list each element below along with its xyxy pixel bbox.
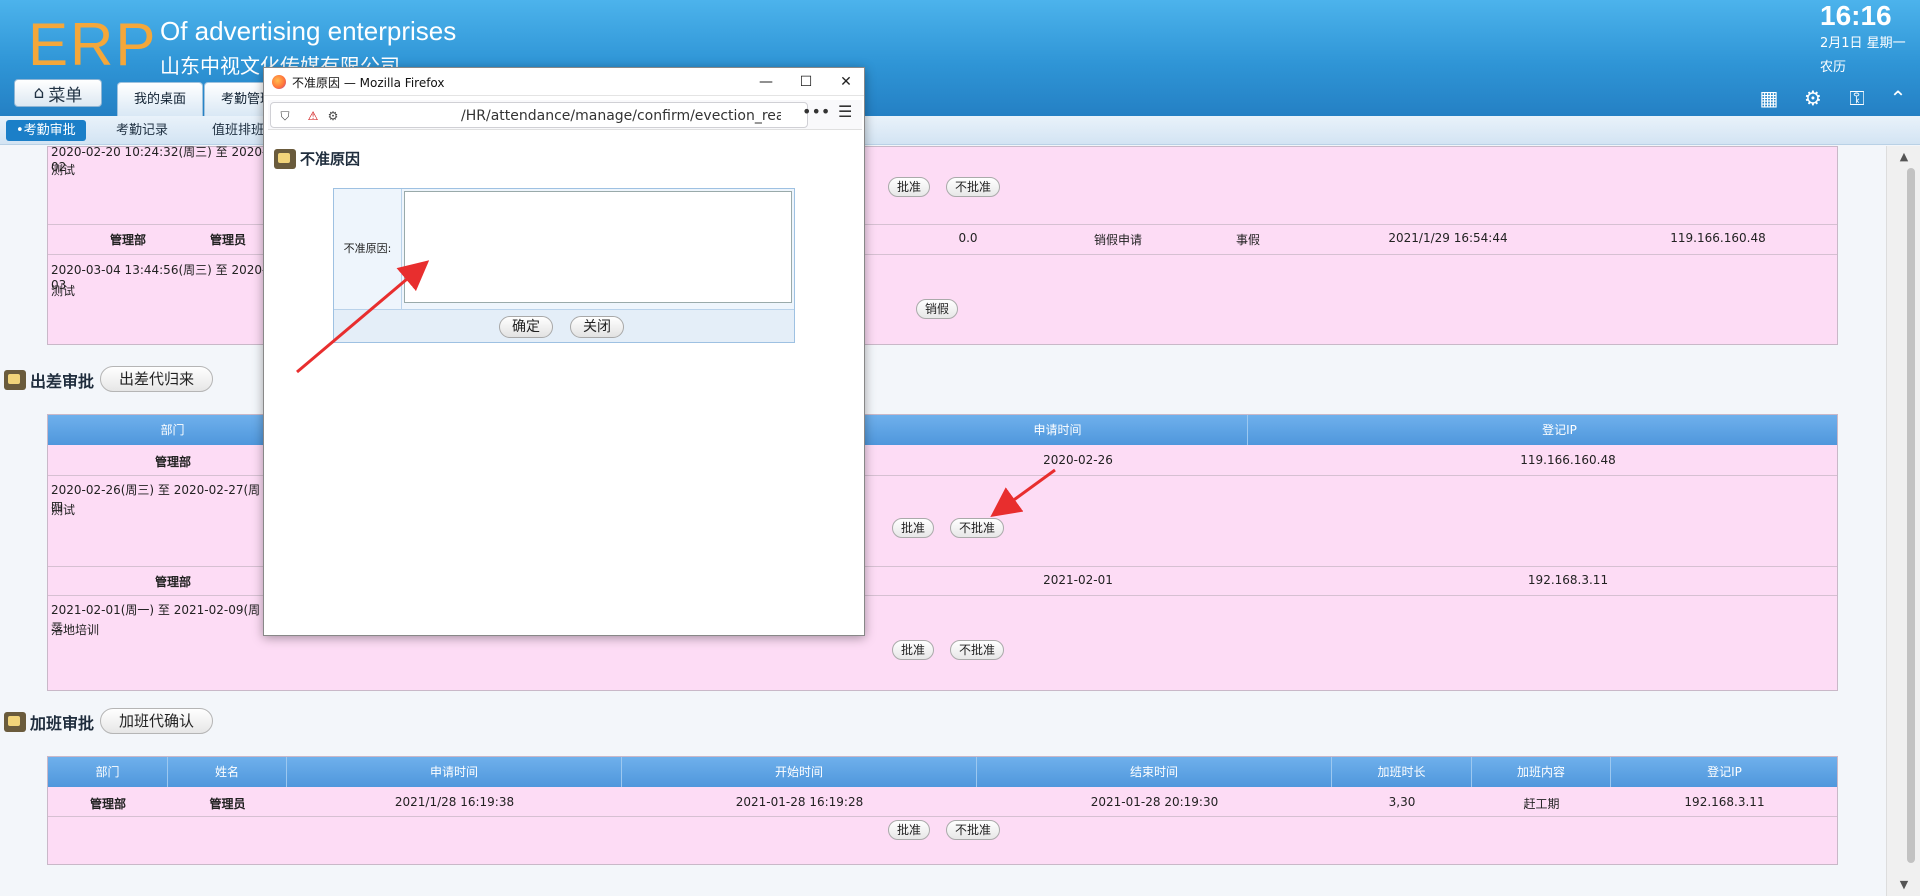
reason-textarea[interactable] <box>404 191 792 303</box>
ot-name: 管理员 <box>209 797 246 811</box>
ot-content: 赶工期 <box>1523 797 1560 811</box>
travel-dept-2: 管理部 <box>154 575 191 589</box>
th-ot-hours: 加班时长 <box>1332 757 1472 787</box>
ok-button[interactable]: 确定 <box>499 316 553 338</box>
scroll-up-icon[interactable]: ▲ <box>1897 150 1911 164</box>
menu-label: 菜单 <box>48 85 83 106</box>
overtime-approval-panel: 部门 姓名 申请时间 开始时间 结束时间 加班时长 加班内容 登记IP 管理部 … <box>47 756 1838 865</box>
leave-note: 测试 <box>51 163 76 177</box>
reject-reason-form: 不准原因: 确定 关闭 <box>333 188 795 343</box>
overtime-table-header: 部门 姓名 申请时间 开始时间 结束时间 加班时长 加班内容 登记IP <box>48 757 1837 787</box>
close-button[interactable]: 关闭 <box>570 316 624 338</box>
ot-ip: 192.168.3.11 <box>1684 795 1765 809</box>
th-apply-time: 申请时间 <box>868 415 1248 445</box>
th-ot-start: 开始时间 <box>622 757 977 787</box>
clock: 16:16 <box>1820 0 1892 31</box>
ot-apply-time: 2021/1/28 16:19:38 <box>394 795 515 809</box>
travel-reject-button-2[interactable]: 不批准 <box>950 640 1005 660</box>
travel-note-2: 落地培训 <box>51 623 100 637</box>
leave-note-2: 测试 <box>51 284 76 298</box>
leave-duration: 0.0 <box>958 231 978 245</box>
ot-dept: 管理部 <box>89 797 126 811</box>
travel-dept-1: 管理部 <box>154 455 191 469</box>
subtab-attendance-records[interactable]: 考勤记录 <box>106 120 178 141</box>
approval-icon <box>4 370 26 390</box>
travel-proxy-return-button[interactable]: 出差代归来 <box>100 366 214 392</box>
leave-dept: 管理部 <box>109 233 146 247</box>
leave-reject-button[interactable]: 不批准 <box>946 177 1001 197</box>
dialog-title: 不准原因 <box>274 148 360 169</box>
vertical-scrollbar[interactable]: ▲ ▼ <box>1886 146 1920 896</box>
hamburger-menu-icon[interactable]: ☰ <box>838 102 852 121</box>
travel-approve-button-1[interactable]: 批准 <box>892 518 935 538</box>
menu-button[interactable]: ⌂ 菜单 <box>14 79 102 107</box>
maximize-icon[interactable]: ☐ <box>786 70 826 94</box>
travel-reject-button-1[interactable]: 不批准 <box>950 518 1005 538</box>
insecure-icon[interactable]: ⚠ <box>305 108 321 124</box>
popup-title-bar: 不准原因 — Mozilla Firefox — ☐ ✕ <box>264 68 864 96</box>
th-ot-apply-time: 申请时间 <box>287 757 622 787</box>
leave-time-range: 2020-02-20 10:24:32(周三) 至 2020-02 <box>51 146 267 174</box>
lunar-calendar: 农历 <box>1820 60 1847 75</box>
date-text: 2月1日 星期一 <box>1820 36 1906 51</box>
key-icon[interactable]: ⚿ <box>1845 86 1869 110</box>
leave-kind: 事假 <box>1235 233 1260 247</box>
reason-label: 不准原因: <box>334 189 402 309</box>
leave-name: 管理员 <box>209 233 246 247</box>
ot-approve-button[interactable]: 批准 <box>888 820 931 840</box>
tab-my-desktop[interactable]: 我的桌面 <box>117 82 204 116</box>
erp-logo: ERP <box>28 11 158 78</box>
scroll-down-icon[interactable]: ▼ <box>1897 878 1911 892</box>
th-ot-content: 加班内容 <box>1472 757 1611 787</box>
subtab-attendance-approval[interactable]: •考勤审批 <box>6 120 86 141</box>
leave-time-range-2: 2020-03-04 13:44:56(周三) 至 2020-03 <box>51 263 267 292</box>
apps-grid-icon[interactable]: ▦ <box>1757 86 1781 110</box>
firefox-logo-icon <box>272 75 286 89</box>
overtime-section-title: 加班审批 <box>4 710 94 734</box>
th-dept: 部门 <box>48 415 298 445</box>
approval-icon <box>4 712 26 732</box>
travel-ip-2: 192.168.3.11 <box>1527 573 1609 587</box>
scroll-thumb[interactable] <box>1907 168 1915 863</box>
ot-start: 2021-01-28 16:19:28 <box>735 795 864 809</box>
overtime-proxy-confirm-button[interactable]: 加班代确认 <box>100 708 214 734</box>
leave-type: 销假申请 <box>1093 233 1142 247</box>
company-name-en: Of advertising enterprises <box>160 16 457 46</box>
more-actions-icon[interactable]: ••• <box>802 102 830 121</box>
permissions-icon[interactable]: ⚙ <box>325 108 341 124</box>
close-window-icon[interactable]: ✕ <box>826 70 866 94</box>
cancel-leave-button[interactable]: 销假 <box>916 299 959 319</box>
shield-icon[interactable]: ⛉ <box>277 108 293 124</box>
url-text[interactable]: /HR/attendance/manage/confirm/evection_r… <box>461 108 781 124</box>
ot-hours: 3,30 <box>1388 795 1416 809</box>
leave-apply-time: 2021/1/29 16:54:44 <box>1388 231 1508 245</box>
minimize-icon[interactable]: — <box>746 70 786 94</box>
travel-approve-button-2[interactable]: 批准 <box>892 640 935 660</box>
th-ot-name: 姓名 <box>168 757 287 787</box>
th-ot-end: 结束时间 <box>977 757 1332 787</box>
travel-section-title: 出差审批 <box>4 368 94 392</box>
collapse-icon[interactable]: ⌃ <box>1886 86 1910 110</box>
popup-window-title: 不准原因 — Mozilla Firefox <box>292 76 445 90</box>
travel-apply-time-2: 2021-02-01 <box>1043 573 1113 587</box>
leave-approve-button[interactable]: 批准 <box>888 177 931 197</box>
ot-reject-button[interactable]: 不批准 <box>946 820 1001 840</box>
th-ot-ip: 登记IP <box>1707 765 1742 779</box>
th-ot-dept: 部门 <box>48 757 168 787</box>
th-ip: 登记IP <box>1542 423 1577 437</box>
travel-time-range-1: 2020-02-26(周三) 至 2020-02-27(周四 <box>51 483 261 514</box>
travel-apply-time-1: 2020-02-26 <box>1043 453 1113 467</box>
ot-end: 2021-01-28 20:19:30 <box>1090 795 1219 809</box>
gear-icon[interactable]: ⚙ <box>1801 86 1825 110</box>
travel-note-1: 测试 <box>51 503 76 517</box>
leave-ip: 119.166.160.48 <box>1670 231 1766 245</box>
form-button-row: 确定 关闭 <box>334 309 794 342</box>
home-icon: ⌂ <box>33 83 45 103</box>
url-box[interactable]: ⛉ ⚠ ⚙ /HR/attendance/manage/confirm/evec… <box>270 102 808 128</box>
url-bar: ⛉ ⚠ ⚙ /HR/attendance/manage/confirm/evec… <box>268 100 862 130</box>
travel-ip-1: 119.166.160.48 <box>1520 453 1616 467</box>
firefox-popup-window: 不准原因 — Mozilla Firefox — ☐ ✕ ⛉ ⚠ ⚙ /HR/a… <box>263 67 865 636</box>
approval-icon <box>274 148 296 169</box>
